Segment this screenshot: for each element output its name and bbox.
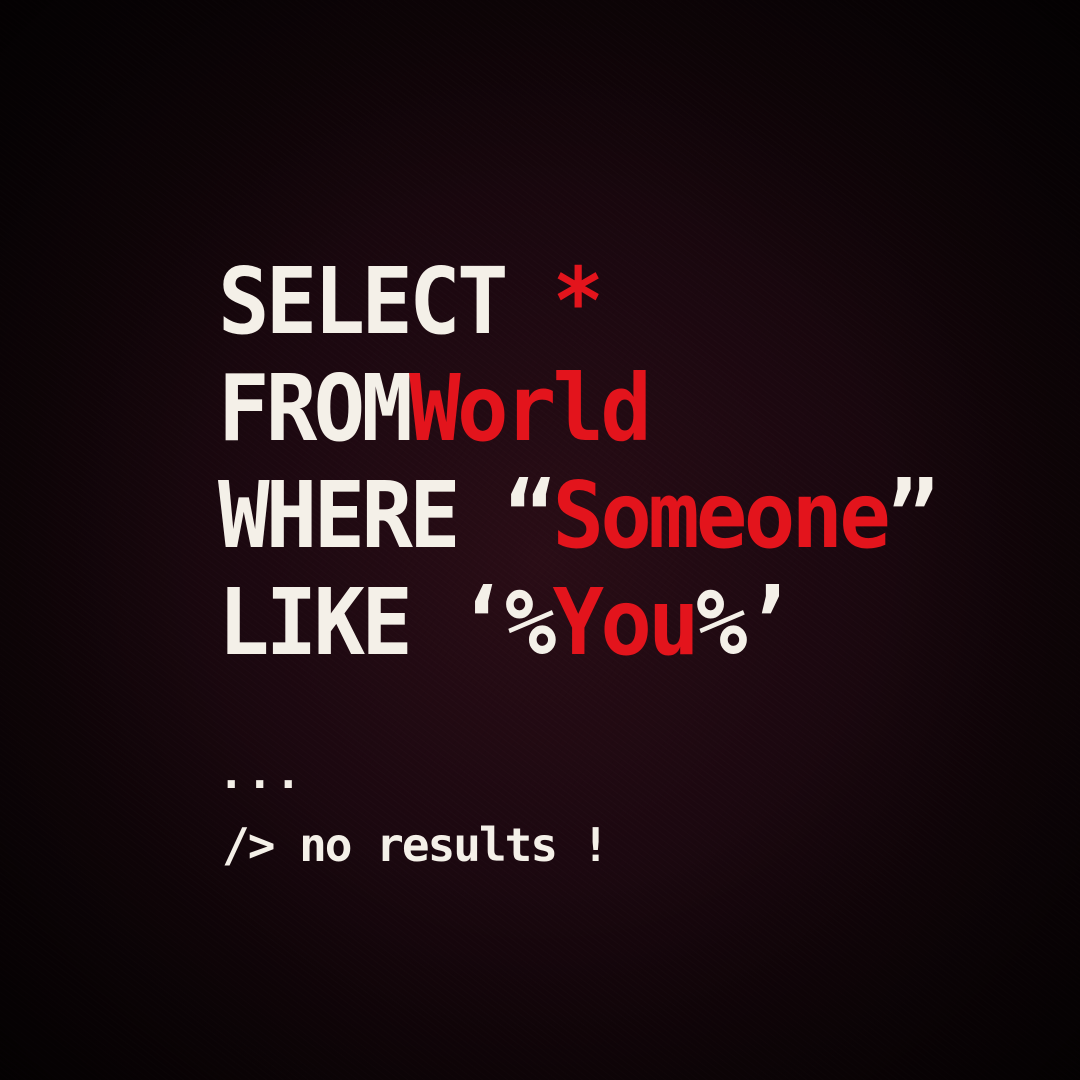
query-line-from: FROMWorld <box>218 355 935 462</box>
query-line-select: SELECT * <box>218 248 935 355</box>
select-target: * <box>552 248 605 355</box>
like-prefix: ‘% <box>456 569 556 676</box>
like-value: You <box>552 569 700 676</box>
sql-query: SELECT * FROMWorld WHERE “Someone” LIKE … <box>218 248 989 676</box>
query-result: /> no results ! <box>222 818 610 872</box>
query-line-where: WHERE “Someone” <box>218 462 939 569</box>
result-prompt: /> <box>222 818 275 872</box>
where-close-quote: ” <box>887 462 939 569</box>
where-open-quote: “ <box>504 462 557 569</box>
like-keyword: LIKE <box>218 569 413 676</box>
query-line-like: LIKE ‘%You%’ <box>218 569 935 676</box>
from-keyword: FROM <box>218 355 413 462</box>
loading-ellipsis: ... <box>218 748 304 799</box>
result-mark: ! <box>581 818 610 872</box>
from-target: World <box>409 355 652 462</box>
poster-canvas: { "query": { "select_keyword": "SELECT",… <box>0 0 1080 1080</box>
result-text: no results <box>299 818 558 872</box>
select-keyword: SELECT <box>218 248 508 355</box>
like-suffix: %’ <box>695 569 795 676</box>
where-keyword: WHERE <box>218 462 461 569</box>
where-value: Someone <box>552 462 891 569</box>
